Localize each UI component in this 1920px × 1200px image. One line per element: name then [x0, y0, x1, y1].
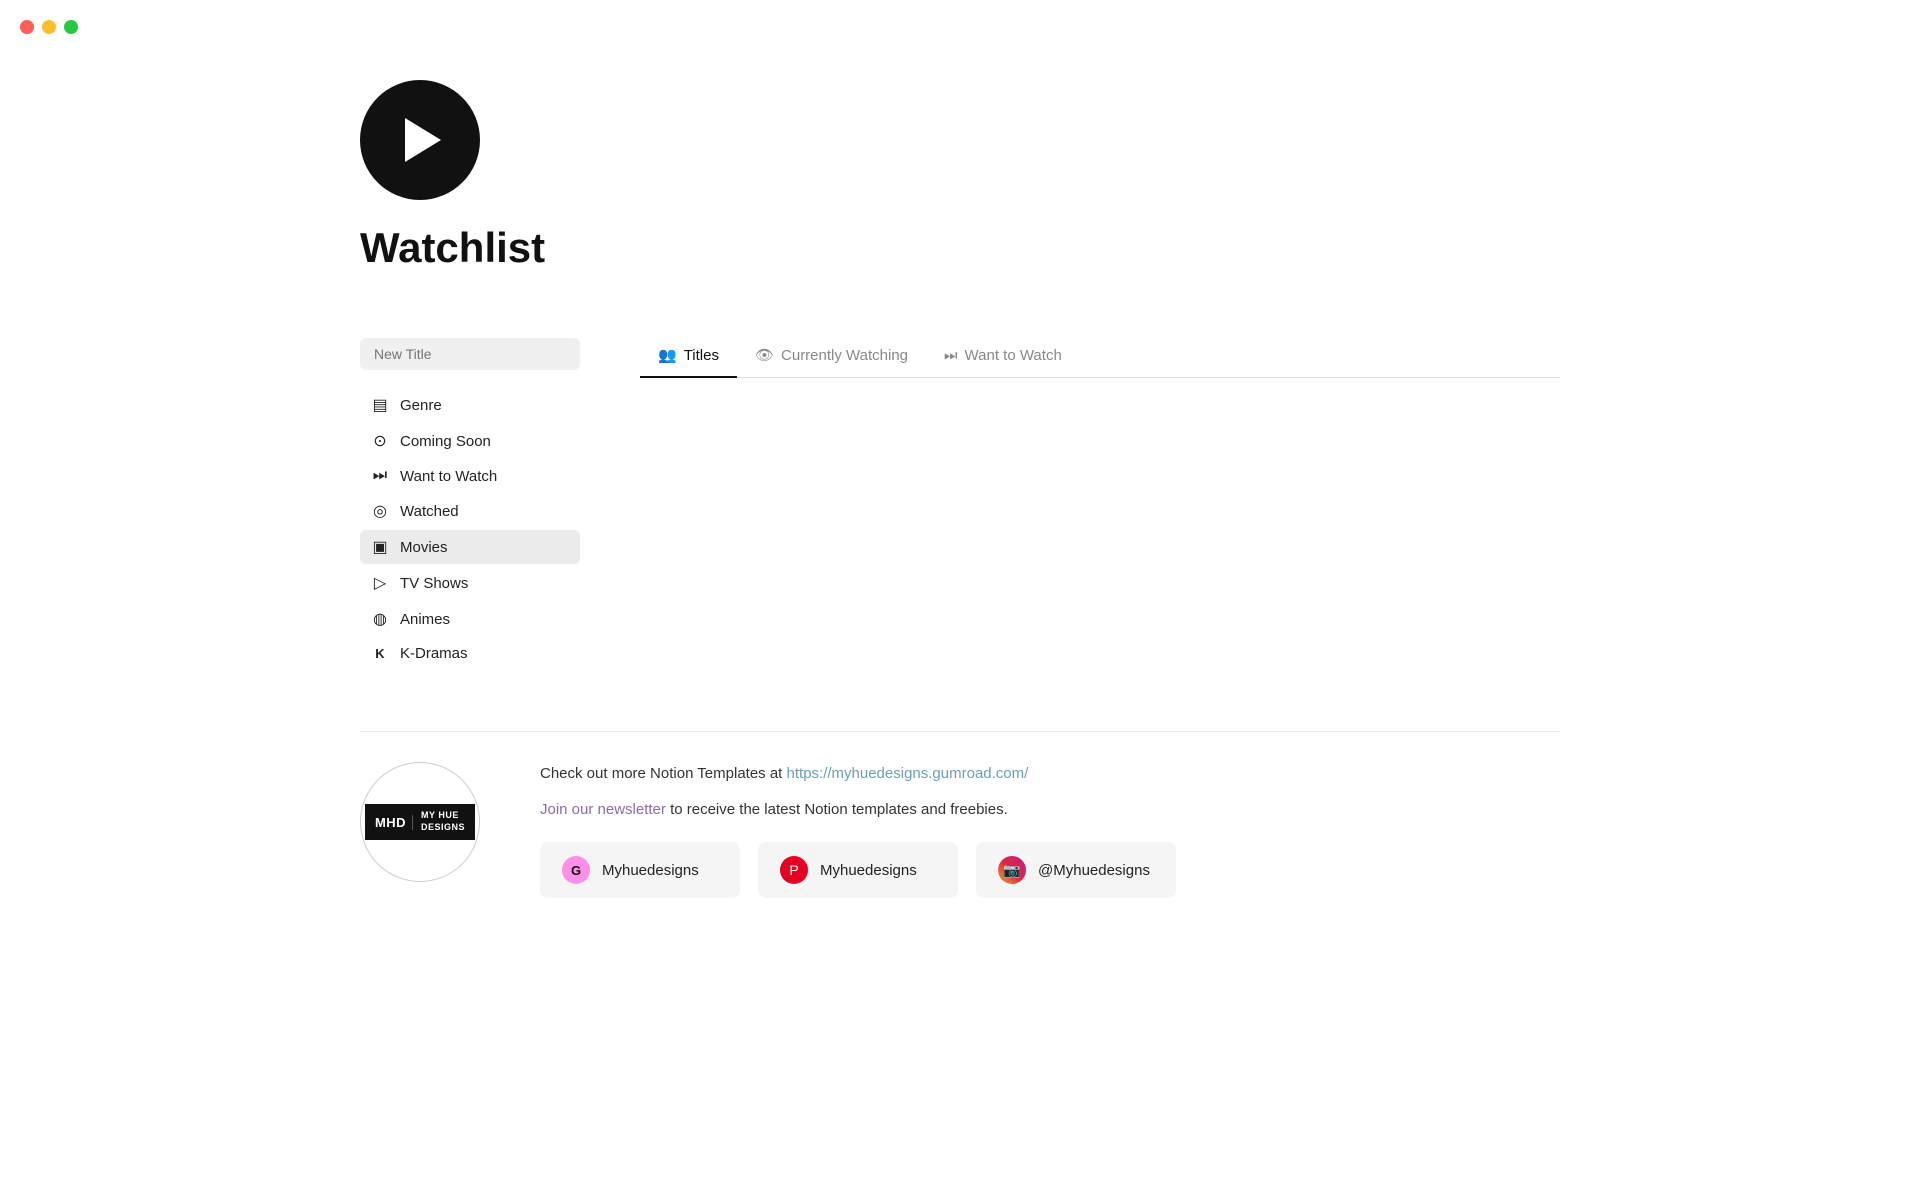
sidebar-item-movies[interactable]: ▣ Movies [360, 530, 580, 564]
sidebar-item-genre[interactable]: ▤ Genre [360, 388, 580, 422]
k-dramas-icon: K [370, 646, 390, 661]
sidebar-item-tv-shows[interactable]: ▷ TV Shows [360, 566, 580, 600]
instagram-label: @Myhuedesigns [1038, 862, 1150, 879]
want-to-watch-icon: ⏭ [370, 467, 390, 485]
footer-social-row: G Myhuedesigns P Myhuedesigns 📷 @Myhuede… [540, 842, 1560, 898]
tab-want-to-watch-label: Want to Watch [965, 347, 1062, 364]
footer-description: Check out more Notion Templates at https… [540, 762, 1560, 786]
newsletter-link[interactable]: Join our newsletter [540, 801, 666, 818]
social-card-pinterest[interactable]: P Myhuedesigns [758, 842, 958, 898]
tabs-row: 👥 Titles 👁 Currently Watching ⏭ Want to … [640, 338, 1560, 378]
watched-icon: ◎ [370, 501, 390, 521]
header-section: Watchlist [360, 80, 1560, 308]
page-title: Watchlist [360, 224, 1560, 272]
traffic-lights [20, 20, 78, 34]
sidebar-item-watched-label: Watched [400, 503, 459, 520]
minimize-button[interactable] [42, 20, 56, 34]
newsletter-suffix: to receive the latest Notion templates a… [670, 801, 1008, 818]
tab-titles-label: Titles [684, 347, 719, 364]
body-layout: ▤ Genre ⊙ Coming Soon ⏭ Want to Watch ◎ … [360, 338, 1560, 671]
logo-mhd: MHD [375, 815, 413, 830]
sidebar-item-animes[interactable]: ◍ Animes [360, 602, 580, 636]
pinterest-label: Myhuedesigns [820, 862, 917, 879]
footer-section: MHD MY HUEDESIGNS Check out more Notion … [360, 731, 1560, 898]
coming-soon-icon: ⊙ [370, 431, 390, 451]
footer-logo: MHD MY HUEDESIGNS [360, 762, 480, 882]
currently-watching-tab-icon: 👁 [755, 346, 774, 364]
app-container: Watchlist ▤ Genre ⊙ Coming Soon ⏭ Want t… [260, 0, 1660, 958]
logo-inner: MHD MY HUEDESIGNS [365, 804, 475, 839]
close-button[interactable] [20, 20, 34, 34]
sidebar-item-tv-shows-label: TV Shows [400, 575, 468, 592]
want-to-watch-tab-icon: ⏭ [944, 347, 958, 364]
sidebar-item-genre-label: Genre [400, 397, 442, 414]
content-area [640, 408, 1560, 608]
sidebar-item-want-to-watch[interactable]: ⏭ Want to Watch [360, 460, 580, 492]
animes-icon: ◍ [370, 609, 390, 629]
search-input[interactable] [360, 338, 580, 370]
sidebar-item-k-dramas-label: K-Dramas [400, 645, 468, 662]
maximize-button[interactable] [64, 20, 78, 34]
gumroad-link[interactable]: https://myhuedesigns.gumroad.com/ [787, 765, 1029, 782]
main-content: 👥 Titles 👁 Currently Watching ⏭ Want to … [640, 338, 1560, 608]
tab-currently-watching[interactable]: 👁 Currently Watching [737, 338, 926, 378]
tab-currently-watching-label: Currently Watching [781, 347, 908, 364]
tv-shows-icon: ▷ [370, 573, 390, 593]
sidebar: ▤ Genre ⊙ Coming Soon ⏭ Want to Watch ◎ … [360, 338, 580, 671]
footer-newsletter: Join our newsletter to receive the lates… [540, 798, 1560, 822]
sidebar-item-want-to-watch-label: Want to Watch [400, 468, 497, 485]
tab-titles[interactable]: 👥 Titles [640, 338, 737, 378]
instagram-icon: 📷 [998, 856, 1026, 884]
pinterest-icon: P [780, 856, 808, 884]
footer-desc-prefix: Check out more Notion Templates at [540, 765, 787, 782]
social-card-instagram[interactable]: 📷 @Myhuedesigns [976, 842, 1176, 898]
genre-icon: ▤ [370, 395, 390, 415]
sidebar-item-k-dramas[interactable]: K K-Dramas [360, 638, 580, 669]
sidebar-item-coming-soon-label: Coming Soon [400, 433, 491, 450]
footer-info: Check out more Notion Templates at https… [540, 762, 1560, 898]
sidebar-item-watched[interactable]: ◎ Watched [360, 494, 580, 528]
titles-tab-icon: 👥 [658, 346, 677, 364]
tab-want-to-watch[interactable]: ⏭ Want to Watch [926, 338, 1080, 378]
gumroad-label: Myhuedesigns [602, 862, 699, 879]
app-logo [360, 80, 480, 200]
sidebar-item-coming-soon[interactable]: ⊙ Coming Soon [360, 424, 580, 458]
social-card-gumroad[interactable]: G Myhuedesigns [540, 842, 740, 898]
sidebar-item-animes-label: Animes [400, 611, 450, 628]
sidebar-item-movies-label: Movies [400, 539, 448, 556]
movies-icon: ▣ [370, 537, 390, 557]
logo-brand: MY HUEDESIGNS [421, 810, 465, 833]
play-icon [405, 118, 441, 162]
gumroad-icon: G [562, 856, 590, 884]
